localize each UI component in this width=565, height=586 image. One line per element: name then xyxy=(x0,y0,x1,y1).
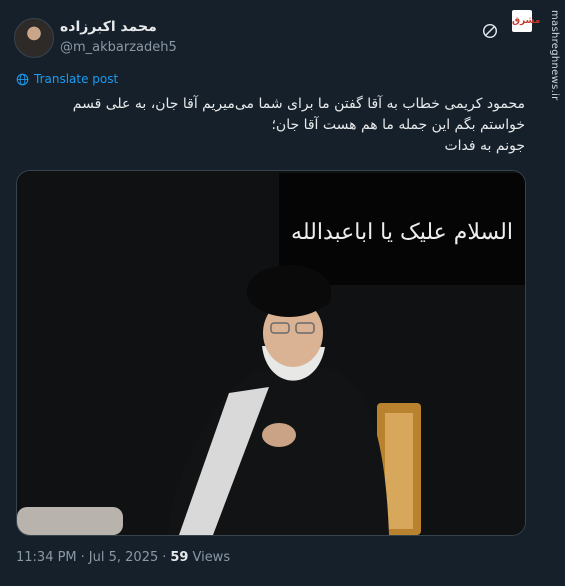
views-count: 59 xyxy=(170,550,189,565)
tweet-time[interactable]: 11:34 PM xyxy=(16,550,77,565)
translate-label[interactable]: Translate post xyxy=(34,72,118,86)
translate-post-link[interactable]: Translate post xyxy=(16,72,118,86)
tweet-line: جونم به فدات xyxy=(444,138,525,154)
tweet-meta: 11:34 PM · Jul 5, 2025 · 59 Views xyxy=(16,550,230,565)
site-watermark: mashreghnews.ir xyxy=(546,10,562,160)
tweet-line: محمود کریمی خطاب به آقا گفتن ما برای شما… xyxy=(72,96,525,112)
meta-separator: · xyxy=(80,550,85,565)
tweet-photo[interactable]: السلام علیک یا اباعبدالله xyxy=(16,170,526,536)
photo-banner-text: السلام علیک یا اباعبدالله xyxy=(291,220,513,245)
author-display-name[interactable]: محمد اکبرزاده xyxy=(60,19,157,35)
photo-pillow xyxy=(17,507,123,535)
x-icon[interactable] xyxy=(481,22,499,40)
meta-separator: · xyxy=(162,550,167,565)
tweet-card: محمد اکبرزاده @m_akbarzadeh5 مشرق mashre… xyxy=(0,0,565,586)
globe-icon xyxy=(16,73,29,85)
tweet-text: محمود کریمی خطاب به آقا گفتن ما برای شما… xyxy=(25,94,525,157)
tweet-date[interactable]: Jul 5, 2025 xyxy=(89,550,158,565)
author-avatar[interactable] xyxy=(14,18,54,58)
tweet-line: خواستم بگم این جمله ما هم هست آقا جان؛ xyxy=(271,117,525,133)
photo-illustration: السلام علیک یا اباعبدالله xyxy=(17,171,525,535)
watermark-text: mashreghnews.ir xyxy=(549,10,560,101)
views-label: Views xyxy=(192,550,231,565)
author-handle[interactable]: @m_akbarzadeh5 xyxy=(60,40,177,55)
site-logo: مشرق xyxy=(512,10,540,32)
